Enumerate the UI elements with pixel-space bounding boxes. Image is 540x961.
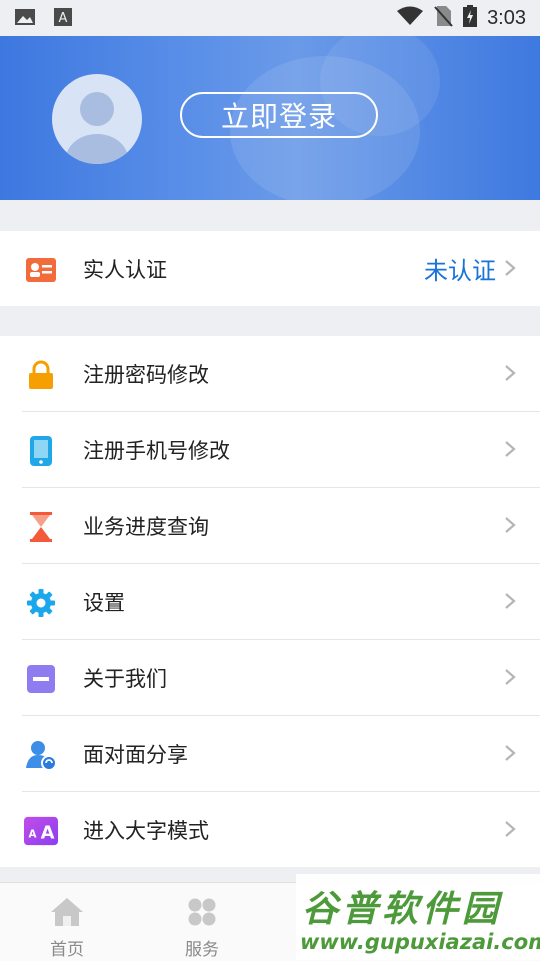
clock: 3:03 (487, 6, 526, 29)
svg-text:A: A (28, 829, 36, 841)
verify-status: 未认证 (424, 257, 496, 285)
menu-card: 注册密码修改 注册手机号修改 业务进度查询 设置 关于我们 面对面分享 A A … (0, 336, 540, 867)
menu-item-large-font[interactable]: AA 进入大字模式 (0, 792, 540, 867)
about-icon (24, 662, 58, 696)
no-sim-icon (433, 5, 453, 31)
watermark-title: 谷普软件园 (302, 889, 503, 930)
svg-text:A: A (41, 823, 55, 844)
chevron-right-icon (504, 668, 516, 686)
menu-item-label: 面对面分享 (83, 742, 188, 767)
chevron-right-icon (504, 820, 516, 838)
watermark-url: www.gupuxiazai.com (300, 930, 540, 954)
grid-icon (187, 897, 217, 931)
gear-icon (24, 586, 58, 620)
menu-item-label: 进入大字模式 (83, 818, 209, 843)
phone-icon (24, 434, 58, 468)
a-icon: A (54, 8, 72, 30)
menu-item-phone[interactable]: 注册手机号修改 (0, 412, 540, 487)
tab-services[interactable]: 服务 (167, 883, 237, 961)
chevron-right-icon (504, 259, 516, 277)
avatar[interactable] (52, 74, 142, 164)
lock-icon (24, 358, 58, 392)
id-card-icon (24, 253, 58, 287)
menu-item-about[interactable]: 关于我们 (0, 640, 540, 715)
svg-text:A: A (59, 11, 68, 26)
menu-item-progress[interactable]: 业务进度查询 (0, 488, 540, 563)
menu-item-share[interactable]: 面对面分享 (0, 716, 540, 791)
menu-item-label: 关于我们 (83, 666, 167, 691)
tab-home[interactable]: 首页 (32, 883, 102, 961)
share-person-icon (24, 738, 58, 772)
menu-item-label: 注册手机号修改 (83, 438, 230, 463)
menu-item-label: 设置 (83, 590, 125, 615)
chevron-right-icon (504, 744, 516, 762)
large-font-icon: AA (24, 814, 58, 848)
menu-item-password[interactable]: 注册密码修改 (0, 336, 540, 411)
hourglass-icon (24, 510, 58, 544)
chevron-right-icon (504, 440, 516, 458)
chevron-right-icon (504, 516, 516, 534)
watermark: 谷普软件园 www.gupuxiazai.com (296, 874, 540, 960)
wifi-icon (397, 6, 424, 30)
profile-header: 立即登录 (0, 36, 540, 200)
verify-card: 实人认证 未认证 (0, 231, 540, 306)
battery-charging-icon (463, 5, 478, 31)
image-icon (14, 8, 36, 30)
chevron-right-icon (504, 364, 516, 382)
verify-label: 实人认证 (83, 257, 167, 282)
verify-row[interactable]: 实人认证 未认证 (0, 231, 540, 306)
tab-label: 服务 (185, 940, 219, 960)
tab-label: 首页 (50, 940, 84, 960)
chevron-right-icon (504, 592, 516, 610)
menu-item-settings[interactable]: 设置 (0, 564, 540, 639)
home-icon (50, 897, 84, 931)
menu-item-label: 业务进度查询 (83, 514, 209, 539)
menu-item-label: 注册密码修改 (83, 362, 209, 387)
status-bar: A 3:03 (0, 0, 540, 36)
login-button[interactable]: 立即登录 (180, 92, 378, 138)
